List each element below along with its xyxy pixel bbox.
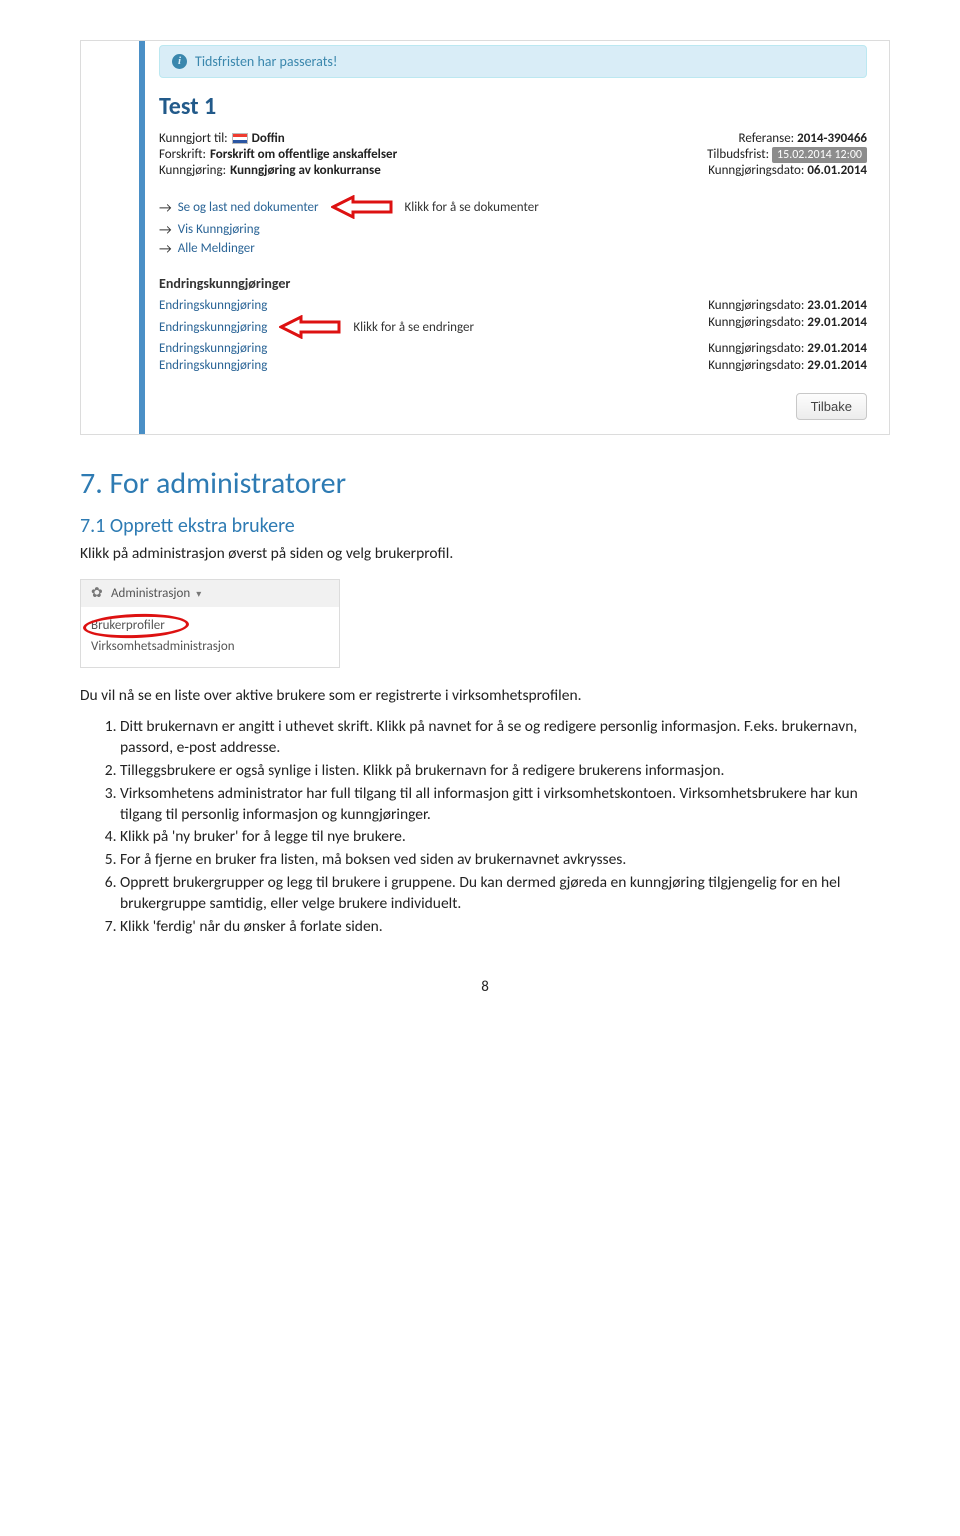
back-button[interactable]: Tilbake bbox=[796, 393, 867, 420]
deadline-alert: i Tidsfristen har passerats! bbox=[159, 45, 867, 78]
published-label: Kunngjort til: bbox=[159, 131, 228, 146]
callout-changes: Klikk for å se endringer bbox=[353, 320, 474, 335]
change-date-label: Kunngjøringsdato: bbox=[708, 298, 804, 313]
change-notice-link[interactable]: Endringskunngjøring bbox=[159, 341, 267, 356]
flag-icon bbox=[232, 133, 248, 144]
list-item: Opprett brukergrupper og legg til bruker… bbox=[120, 873, 890, 915]
change-date-value: 29.01.2014 bbox=[807, 315, 867, 330]
menu-item-brukerprofiler[interactable]: Brukerprofiler bbox=[91, 618, 165, 633]
info-icon: i bbox=[172, 54, 187, 69]
change-notice-link[interactable]: Endringskunngjøring bbox=[159, 358, 267, 373]
list-item: Klikk 'ferdig' når du ønsker å forlate s… bbox=[120, 917, 890, 938]
admin-menu-screenshot: ✿ Administrasjon ▾ Brukerprofiler Virkso… bbox=[80, 579, 340, 668]
change-date-value: 29.01.2014 bbox=[807, 358, 867, 373]
notice-type-value: Kunngjøring av konkurranse bbox=[230, 163, 381, 178]
regulation-value: Forskrift om offentlige anskaffelser bbox=[210, 147, 397, 162]
change-date-label: Kunngjøringsdato: bbox=[708, 341, 804, 356]
reference-label: Referanse: bbox=[739, 131, 795, 146]
notice-screenshot: i Tidsfristen har passerats! Test 1 Kunn… bbox=[80, 40, 890, 435]
arrow-icon: → bbox=[159, 199, 172, 216]
body-paragraph: Du vil nå se en liste over aktive bruker… bbox=[80, 686, 890, 707]
arrow-icon: → bbox=[159, 240, 172, 257]
menu-item-virksomhet[interactable]: Virksomhetsadministrasjon bbox=[91, 636, 329, 657]
callout-documents: Klikk for å se dokumenter bbox=[405, 200, 539, 215]
pubdate-label: Kunngjøringsdato: bbox=[708, 163, 804, 178]
notice-type-label: Kunngjøring: bbox=[159, 163, 226, 178]
deadline-label: Tilbudsfrist: bbox=[707, 147, 769, 162]
admin-dropdown-label: Administrasjon bbox=[111, 586, 190, 601]
download-documents-link[interactable]: Se og last ned dokumenter bbox=[178, 200, 319, 215]
admin-dropdown[interactable]: ✿ Administrasjon ▾ bbox=[81, 580, 339, 607]
annotation-arrow-icon bbox=[331, 195, 393, 219]
heading-admin: 7. For administratorer bbox=[80, 465, 890, 502]
change-date-value: 29.01.2014 bbox=[807, 341, 867, 356]
list-item: Ditt brukernavn er angitt i uthevet skri… bbox=[120, 717, 890, 759]
instruction-list: Ditt brukernavn er angitt i uthevet skri… bbox=[80, 717, 890, 938]
change-date-label: Kunngjøringsdato: bbox=[708, 315, 804, 330]
change-date-label: Kunngjøringsdato: bbox=[708, 358, 804, 373]
deadline-value: 15.02.2014 12:00 bbox=[772, 147, 867, 163]
notice-title: Test 1 bbox=[159, 92, 867, 121]
reference-value: 2014-390466 bbox=[797, 131, 867, 146]
list-item: Klikk på 'ny bruker' for å legge til nye… bbox=[120, 827, 890, 848]
chevron-down-icon: ▾ bbox=[196, 587, 201, 600]
body-paragraph: Klikk på administrasjon øverst på siden … bbox=[80, 544, 890, 565]
arrow-icon: → bbox=[159, 221, 172, 238]
regulation-label: Forskrift: bbox=[159, 147, 206, 162]
alert-text: Tidsfristen har passerats! bbox=[195, 53, 337, 70]
change-date-value: 23.01.2014 bbox=[807, 298, 867, 313]
list-item: For å fjerne en bruker fra listen, må bo… bbox=[120, 850, 890, 871]
page-number: 8 bbox=[80, 978, 890, 996]
change-notice-link[interactable]: Endringskunngjøring bbox=[159, 320, 267, 335]
changes-heading: Endringskunngjøringer bbox=[159, 275, 867, 292]
view-notice-link[interactable]: Vis Kunngjøring bbox=[178, 222, 260, 237]
heading-create-users: 7.1 Opprett ekstra brukere bbox=[80, 514, 890, 538]
list-item: Virksomhetens administrator har full til… bbox=[120, 784, 890, 826]
gear-icon: ✿ bbox=[91, 586, 105, 600]
published-value: Doffin bbox=[252, 131, 285, 146]
annotation-arrow-icon bbox=[279, 315, 341, 339]
list-item: Tilleggsbrukere er også synlige i listen… bbox=[120, 761, 890, 782]
change-notice-link[interactable]: Endringskunngjøring bbox=[159, 298, 267, 313]
all-messages-link[interactable]: Alle Meldinger bbox=[178, 241, 255, 256]
pubdate-value: 06.01.2014 bbox=[807, 163, 867, 178]
